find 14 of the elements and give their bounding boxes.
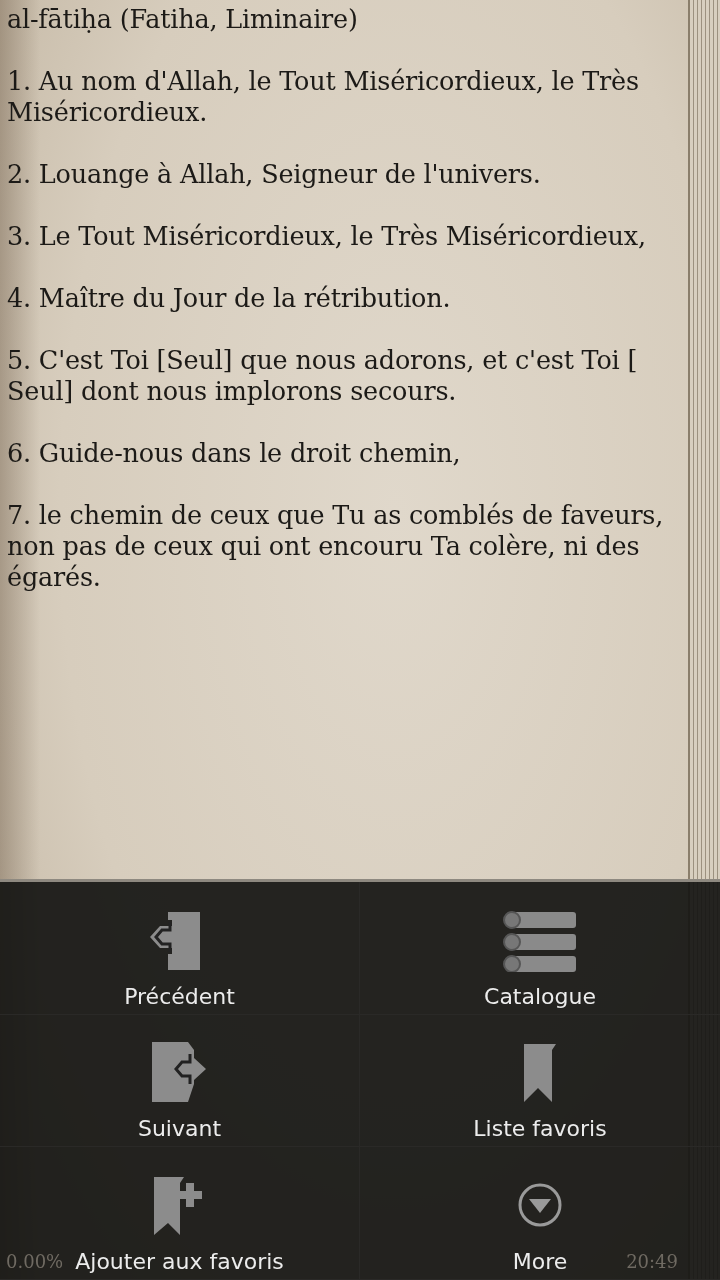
menu-item[interactable]: Catalogue	[360, 882, 720, 1015]
verse-text: 4. Maître du Jour de la rétribution.	[7, 283, 452, 314]
menu-item[interactable]: Suivant	[0, 1014, 360, 1148]
verse-text: 7. le chemin de ceux que Tu as comblés de faveurs, non pas de ceux qui ont encouru Ta colère, ni des égarés.	[7, 500, 665, 593]
chapter-title: al-fātiḥa (Fatiha, Liminaire)	[7, 4, 359, 35]
verse-text: 3. Le Tout Miséricordieux, le Très Miséricordieux,	[7, 221, 647, 252]
menu-item[interactable]: Liste favoris	[360, 1014, 720, 1148]
percent-text: 0.00%	[6, 1251, 64, 1272]
verse-text: 1. Au nom d'Allah, le Tout Miséricordieux, le Très Miséricordieux.	[7, 66, 640, 128]
clock-time: 20:49	[626, 1251, 678, 1272]
verse-text: 5. C'est Toi [Seul] que nous adorons, et c'est Toi [ Seul] dont nous implorons secours.	[7, 345, 639, 407]
menu-item[interactable]: Précédent	[0, 882, 360, 1015]
verse-text: 2. Louange à Allah, Seigneur de l'univers.	[7, 159, 542, 190]
verse-text: 6. Guide-nous dans le droit chemin,	[7, 438, 462, 469]
